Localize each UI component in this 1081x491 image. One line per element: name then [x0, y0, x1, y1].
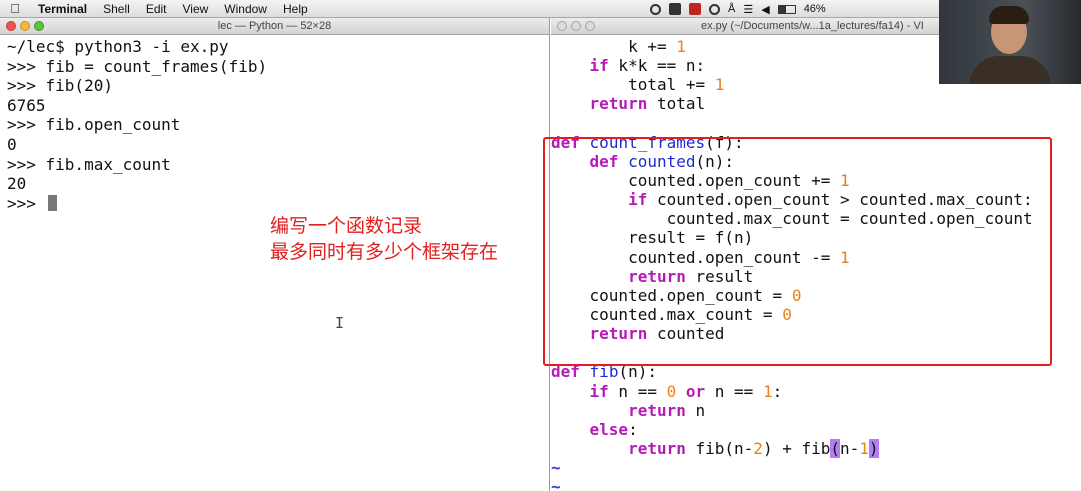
sync-icon[interactable] — [650, 3, 661, 15]
terminal-titlebar[interactable]: lec — Python — 52×28 — [0, 18, 549, 35]
code-token: k*k == n: — [608, 56, 706, 76]
code-line: ~ — [551, 458, 1081, 477]
code-token: 1 — [859, 438, 869, 458]
terminal-line: 0 — [7, 134, 17, 154]
code-token: ) — [868, 438, 879, 458]
code-line: return fib(n-2) + fib(n-1) — [551, 438, 1081, 458]
empty-line-marker: ~ — [551, 458, 561, 478]
code-line: if n == 0 or n == 1: — [551, 382, 1081, 401]
prompt: >>> — [7, 193, 46, 213]
time-machine-icon[interactable] — [709, 3, 720, 15]
highlight-box — [543, 137, 1052, 366]
code-line: return n — [551, 401, 1081, 420]
terminal-line: >>> fib = count_frames(fib) — [7, 56, 268, 76]
text-cursor — [47, 194, 57, 211]
empty-line-marker: ~ — [551, 477, 561, 491]
code-token: return — [628, 400, 686, 420]
code-token: k += — [551, 37, 677, 56]
code-token: : — [772, 381, 783, 401]
code-token: 0 — [666, 381, 677, 401]
code-token: return — [589, 94, 648, 114]
terminal-line: 6765 — [7, 95, 46, 115]
code-token: 2 — [753, 438, 763, 458]
annotation-line-2: 最多同时有多少个框架存在 — [270, 242, 499, 263]
menu-window[interactable]: Window — [216, 2, 275, 16]
code-token: or — [685, 381, 706, 401]
code-token: n == — [608, 381, 667, 401]
code-token: n — [685, 400, 706, 420]
code-token: 1 — [676, 37, 686, 56]
code-token: ) + fib — [762, 438, 831, 458]
volume-icon[interactable]: ◀ — [761, 3, 769, 16]
code-token: total — [647, 94, 706, 114]
terminal-title: lec — Python — 52×28 — [217, 20, 332, 32]
battery-icon[interactable] — [777, 4, 796, 14]
terminal-line: ~/lec$ python3 -i ex.py — [7, 37, 229, 56]
terminal-window: lec — Python — 52×28 ~/lec$ python3 -i e… — [0, 18, 550, 491]
annotation-line-1: 编写一个函数记录 — [270, 216, 423, 237]
terminal-line: >>> fib(20) — [7, 76, 113, 96]
code-token: if — [589, 381, 609, 401]
terminal-line: >>> fib.max_count — [7, 154, 171, 174]
code-token: n == — [705, 381, 763, 401]
code-line: return total — [551, 94, 1081, 113]
code-editor[interactable]: k += 1 if k*k == n: total += 1 return to… — [543, 35, 1081, 491]
code-token: 1 — [762, 381, 773, 401]
terminal-line: 20 — [7, 174, 27, 194]
code-token: return — [628, 438, 686, 458]
app-status-icon[interactable] — [669, 3, 681, 15]
code-token: fib(n- — [685, 438, 754, 458]
code-token: total += — [551, 75, 715, 95]
wifi-icon[interactable]: ☰ — [743, 3, 753, 16]
code-token: if — [589, 56, 609, 76]
menu-shell[interactable]: Shell — [95, 2, 138, 16]
menu-help[interactable]: Help — [275, 2, 316, 16]
annotation-text: 编写一个函数记录 最多同时有多少个框架存在 — [270, 214, 498, 266]
vim-window: ex.py (~/Documents/w...1a_lectures/fa14)… — [543, 18, 1081, 491]
close-button[interactable] — [557, 21, 567, 31]
code-token: n- — [840, 438, 860, 458]
bluetooth-icon[interactable]: Å — [728, 3, 735, 15]
code-line: else: — [551, 420, 1081, 439]
status-area: Å ☰ ◀ 46% — [650, 0, 826, 18]
menu-bar:  Terminal Shell Edit View Window Help Å… — [0, 0, 1081, 18]
webcam-video — [939, 0, 1081, 84]
apple-menu-icon[interactable]:  — [0, 1, 30, 16]
menu-view[interactable]: View — [175, 2, 217, 16]
terminal-content[interactable]: ~/lec$ python3 -i ex.py >>> fib = count_… — [0, 35, 549, 213]
terminal-prompt-line: >>> — [7, 194, 549, 214]
recording-icon[interactable] — [689, 3, 701, 15]
menu-edit[interactable]: Edit — [138, 2, 175, 16]
code-token: ( — [830, 438, 841, 458]
menu-app-name[interactable]: Terminal — [30, 2, 95, 16]
battery-percent: 46% — [803, 3, 826, 15]
code-line: ~ — [551, 477, 1081, 491]
zoom-button[interactable] — [585, 21, 595, 31]
minimize-button[interactable] — [571, 21, 581, 31]
code-token: : — [628, 419, 638, 439]
terminal-line: >>> fib.open_count — [7, 115, 181, 135]
ibeam-cursor-icon: I — [335, 314, 345, 332]
code-token: 1 — [714, 75, 725, 95]
code-token: else — [589, 419, 629, 439]
